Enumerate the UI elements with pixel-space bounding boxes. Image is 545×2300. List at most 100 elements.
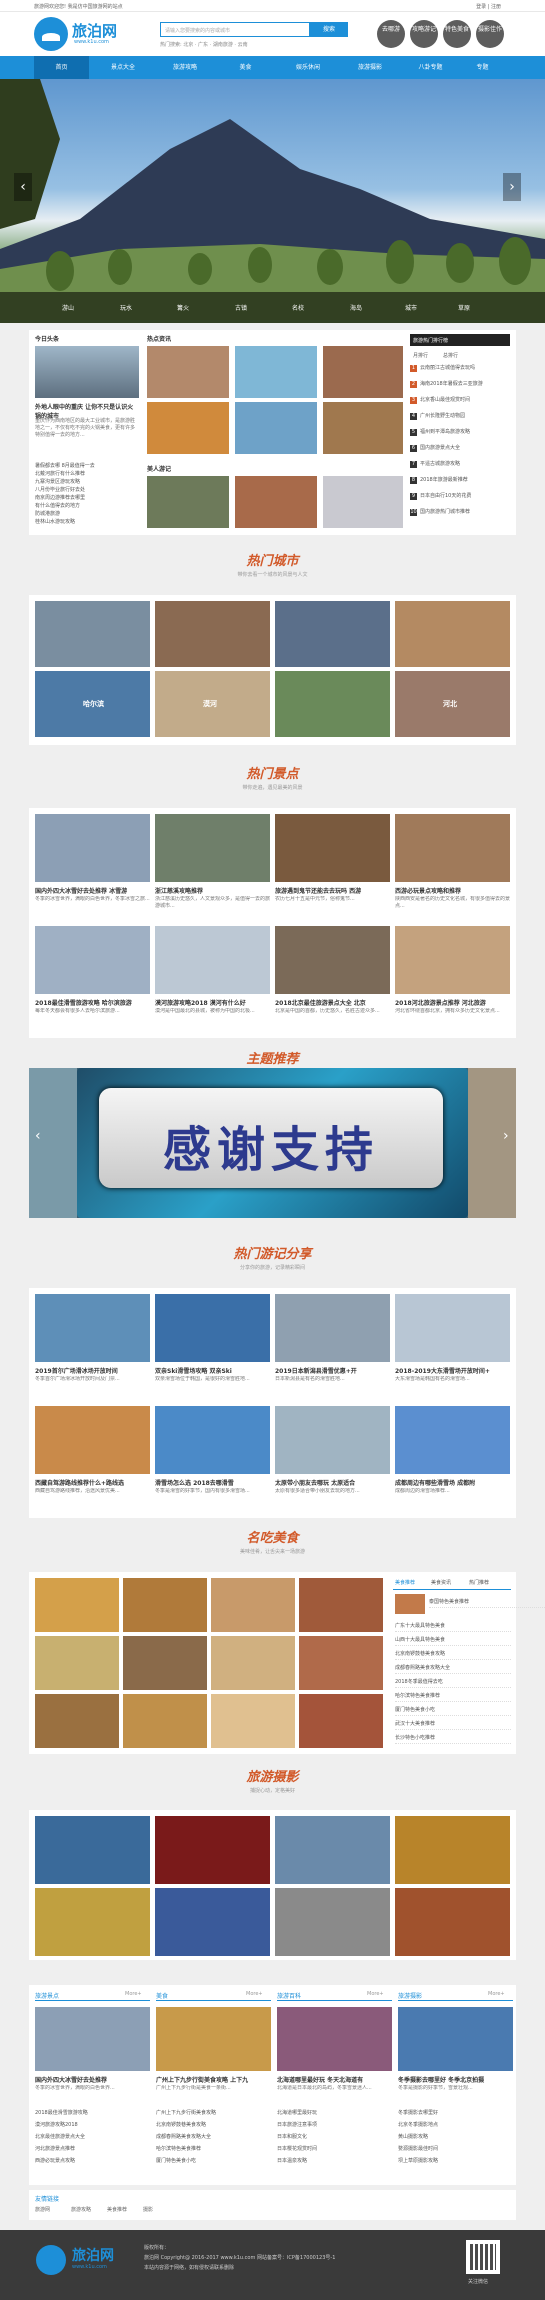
- food-photo[interactable]: [299, 1694, 383, 1748]
- food-photo[interactable]: [211, 1636, 295, 1690]
- spots-card-title[interactable]: 浙江慈溪攻略推荐: [155, 886, 270, 895]
- col-list-item[interactable]: 西游必玩景点攻略: [35, 2157, 150, 2164]
- hot-photo-1[interactable]: [147, 346, 229, 398]
- rank-label[interactable]: 平遥古城旅游攻略: [420, 461, 460, 467]
- spots-photo[interactable]: [155, 926, 270, 994]
- col-list-item[interactable]: 厦门特色美食小吃: [156, 2157, 271, 2164]
- city-photo[interactable]: 漠河: [155, 671, 270, 737]
- col-more-link[interactable]: More+: [125, 1991, 142, 1998]
- cat-water[interactable]: 玩水: [120, 303, 132, 312]
- photo-item[interactable]: [155, 1888, 270, 1956]
- travel-card-title[interactable]: 双亲Ski滑雪场攻略 双亲Ski: [155, 1366, 270, 1375]
- col-headline[interactable]: 国内外四大冰雪好去处推荐: [35, 2075, 150, 2084]
- rank-tab-2[interactable]: 月排行: [413, 352, 428, 359]
- col-photo[interactable]: [156, 2007, 271, 2071]
- col-list-item[interactable]: 黄山摄影攻略: [398, 2133, 513, 2140]
- col-list-item[interactable]: 哈尔滨特色美食推荐: [156, 2145, 271, 2152]
- food-photo[interactable]: [123, 1578, 207, 1632]
- today-list-item[interactable]: 八月份毕业旅行好去处: [35, 486, 85, 493]
- circle-meishi[interactable]: 特色美食: [443, 20, 471, 48]
- login-link[interactable]: 登录: [476, 4, 486, 10]
- rank-item[interactable]: 8 2018年旅游最新推荐: [410, 476, 510, 484]
- rec-prev-icon[interactable]: ‹: [35, 1128, 41, 1144]
- spots-card-title[interactable]: 国内外四大冰雪好去处推荐 冰雪游: [35, 886, 150, 895]
- travel-photo[interactable]: [395, 1294, 510, 1362]
- col-headline[interactable]: 北海道哪里最好玩 冬天北海道有: [277, 2075, 392, 2084]
- col-list-item[interactable]: 日本樱花观赏时间: [277, 2145, 392, 2152]
- travel-photo[interactable]: [155, 1294, 270, 1362]
- rank-label[interactable]: 日本自由行10天的花费: [420, 493, 471, 499]
- hot-photo-3[interactable]: [323, 346, 403, 398]
- spots-photo[interactable]: [395, 926, 510, 994]
- food-photo[interactable]: [299, 1636, 383, 1690]
- spots-card-title[interactable]: 2018北京最佳旅游景点大全 北京: [275, 998, 390, 1007]
- cat-city[interactable]: 城市: [405, 303, 417, 312]
- register-link[interactable]: 注册: [491, 4, 501, 10]
- col-list-item[interactable]: 日本旅游注意事项: [277, 2121, 392, 2128]
- friend-link[interactable]: 摄影: [143, 2206, 153, 2213]
- hot-photo-6[interactable]: [323, 402, 403, 454]
- food-list-item[interactable]: 泰国特色美食推荐: [429, 1598, 545, 1608]
- rank-item[interactable]: 1 云南丽江古城值得去玩吗: [410, 364, 510, 372]
- food-list-item[interactable]: 长沙特色小吃推荐: [395, 1734, 511, 1744]
- beauty-photo-3[interactable]: [323, 476, 403, 528]
- food-photo[interactable]: [211, 1694, 295, 1748]
- food-list-item[interactable]: 北京南锣鼓巷美食攻略: [395, 1650, 511, 1660]
- spots-photo[interactable]: [155, 814, 270, 882]
- photo-item[interactable]: [275, 1888, 390, 1956]
- col-more-link[interactable]: More+: [488, 1991, 505, 1998]
- city-photo[interactable]: 哈尔滨: [35, 671, 150, 737]
- col-list-item[interactable]: 坝上草原摄影攻略: [398, 2157, 513, 2164]
- cat-mountain[interactable]: 游山: [62, 303, 74, 312]
- food-photo[interactable]: [35, 1694, 119, 1748]
- travel-card-title[interactable]: 2018-2019大东滑雪场开放时间+: [395, 1366, 510, 1375]
- rank-label[interactable]: 广州长隆野生动物园: [420, 413, 465, 419]
- cat-town[interactable]: 古镇: [235, 303, 247, 312]
- rank-label[interactable]: 云南丽江古城值得去玩吗: [420, 365, 475, 371]
- city-photo[interactable]: 河北: [395, 671, 510, 737]
- spots-card-title[interactable]: 2018最佳滑雪旅游攻略 哈尔滨旅游: [35, 998, 150, 1007]
- food-list-item[interactable]: 厦门特色美食小吃: [395, 1706, 511, 1716]
- food-photo[interactable]: [211, 1578, 295, 1632]
- rank-tab-3[interactable]: 总排行: [443, 352, 458, 359]
- spots-card-title[interactable]: 旅游遇到鬼节还能去去玩吗 西游: [275, 886, 390, 895]
- next-arrow-icon[interactable]: ›: [503, 173, 521, 201]
- rec-next-icon[interactable]: ›: [503, 1128, 509, 1144]
- city-photo[interactable]: [395, 601, 510, 667]
- hot-photo-4[interactable]: [147, 402, 229, 454]
- friend-link[interactable]: 旅游网: [35, 2206, 50, 2213]
- food-tab-1[interactable]: 美食推荐: [395, 1579, 415, 1586]
- friend-link[interactable]: 美食推荐: [107, 2206, 127, 2213]
- col-list-item[interactable]: 日本和服文化: [277, 2133, 392, 2140]
- col-photo[interactable]: [35, 2007, 150, 2071]
- today-list-item[interactable]: 九寨沟景区游玩攻略: [35, 478, 80, 485]
- food-tab-2[interactable]: 美食资讯: [431, 1579, 451, 1586]
- food-list-item[interactable]: 成都春熙路美食攻略大全: [395, 1664, 511, 1674]
- rank-item[interactable]: 2 海南2018年暑假去三亚旅游: [410, 380, 510, 388]
- spots-photo[interactable]: [35, 814, 150, 882]
- cat-school[interactable]: 名校: [292, 303, 304, 312]
- food-tab-thumb[interactable]: [395, 1594, 425, 1614]
- city-photo[interactable]: [275, 601, 390, 667]
- food-tab-3[interactable]: 热门推荐: [469, 1579, 489, 1586]
- photo-item[interactable]: [35, 1888, 150, 1956]
- today-list-item[interactable]: 有什么值得去的地方: [35, 502, 80, 509]
- logo-text[interactable]: 旅泊网: [72, 20, 117, 41]
- today-list-item[interactable]: 桂林山水游玩攻略: [35, 518, 75, 525]
- cat-grassland[interactable]: 草原: [458, 303, 470, 312]
- circle-qunayou[interactable]: 去哪游: [377, 20, 405, 48]
- travel-card-title[interactable]: 滑雪场怎么选 2018去哪滑雪: [155, 1478, 270, 1487]
- travel-card-title[interactable]: 2019首尔广场滑冰场开放时间: [35, 1366, 150, 1375]
- hot-photo-2[interactable]: [235, 346, 317, 398]
- rank-label[interactable]: 海南2018年暑假去三亚旅游: [420, 381, 483, 387]
- rank-item[interactable]: 4 广州长隆野生动物园: [410, 412, 510, 420]
- col-list-item[interactable]: 北京南锣鼓巷美食攻略: [156, 2121, 271, 2128]
- col-list-item[interactable]: 北京冬季摄影地点: [398, 2121, 513, 2128]
- col-list-item[interactable]: 河北旅游景点推荐: [35, 2145, 150, 2152]
- rank-label[interactable]: 国内旅游景点大全: [420, 445, 460, 451]
- rank-label[interactable]: 福州到平潭岛旅游攻略: [420, 429, 470, 435]
- rank-item[interactable]: 6 国内旅游景点大全: [410, 444, 510, 452]
- circle-gonglue[interactable]: 攻略游记: [410, 20, 438, 48]
- nav-gossip[interactable]: 八卦专题: [403, 56, 458, 79]
- travel-card-title[interactable]: 2019日本新潟县滑雪优惠+开: [275, 1366, 390, 1375]
